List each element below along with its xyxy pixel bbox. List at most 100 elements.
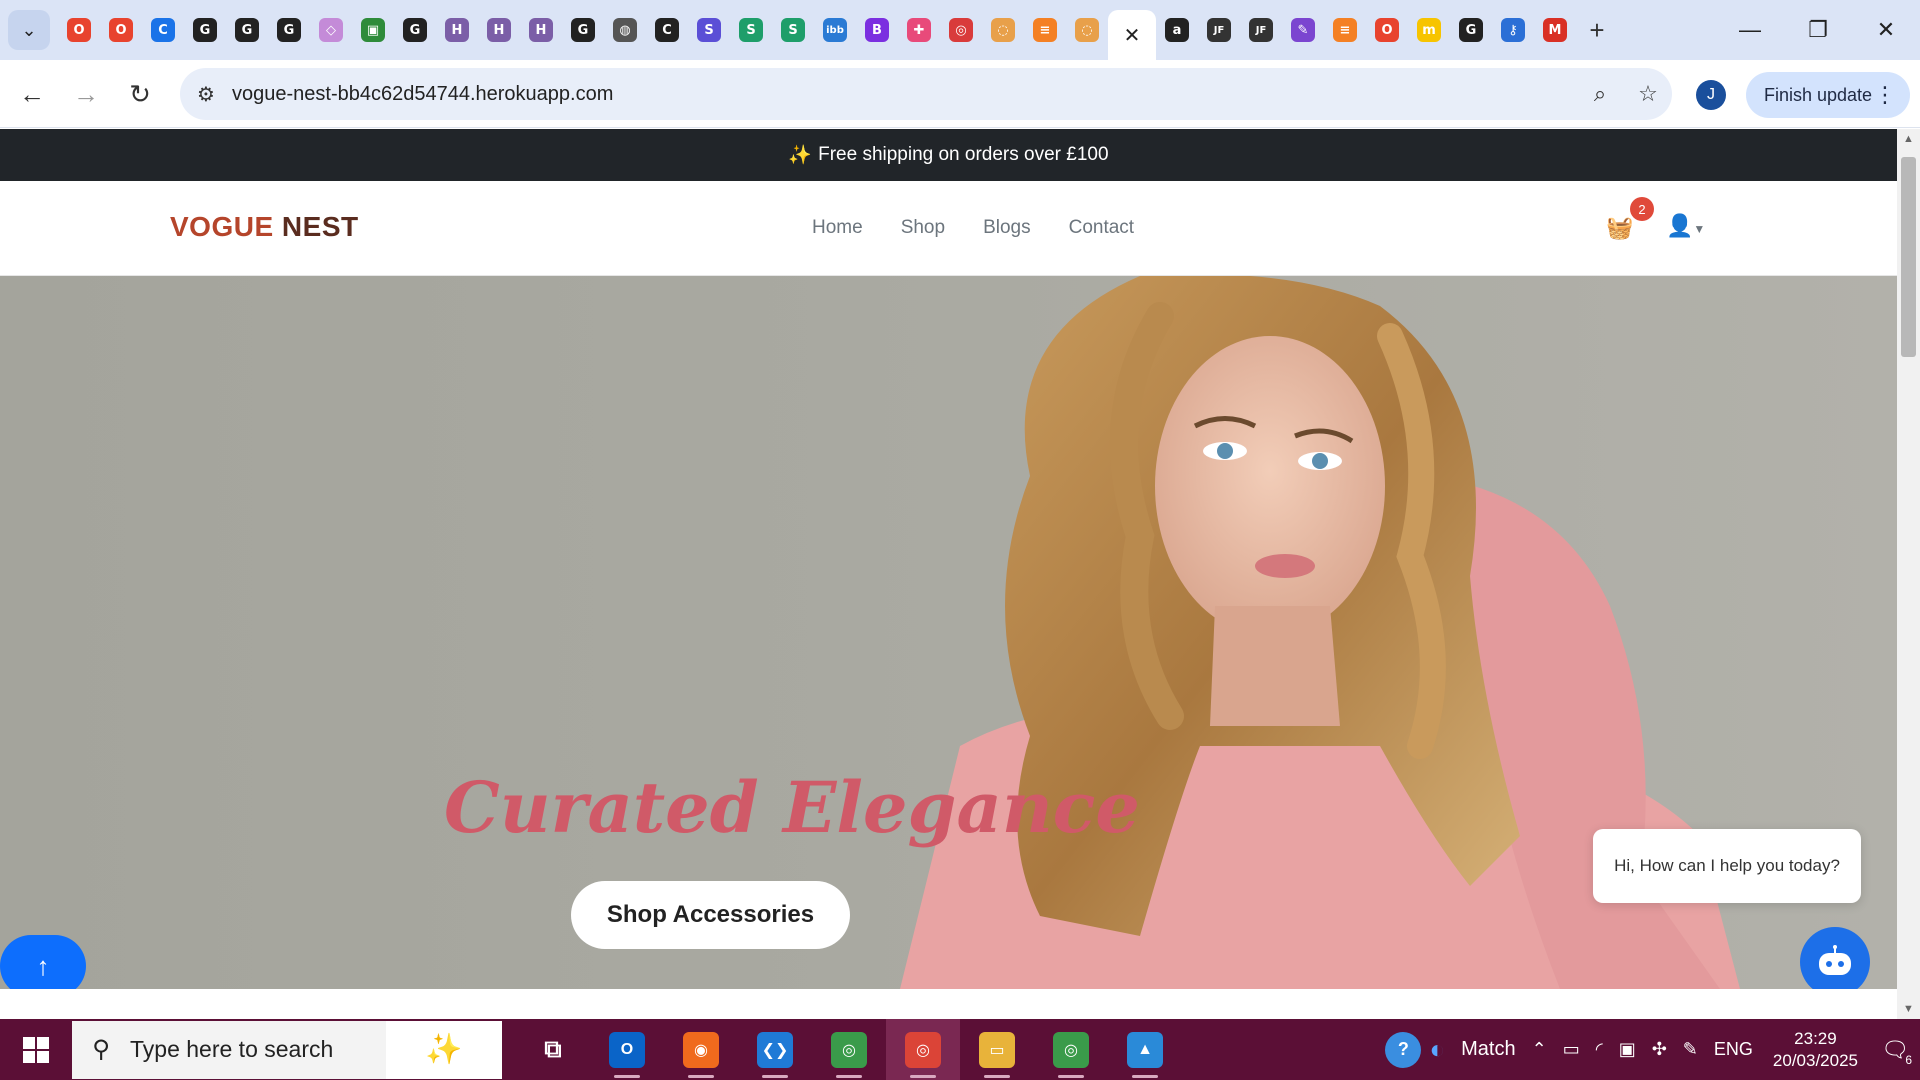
match-app-icon[interactable]: ◐ <box>1421 1034 1453 1065</box>
close-window-button[interactable]: ✕ <box>1852 0 1920 60</box>
browser-tab[interactable]: JF <box>1198 9 1240 51</box>
browser-tab[interactable]: G <box>562 9 604 51</box>
browser-tab[interactable]: ✚ <box>898 9 940 51</box>
key-icon: ⚷ <box>1501 18 1525 42</box>
browser-tab[interactable]: ✎ <box>1282 9 1324 51</box>
pen-icon[interactable]: ✎ <box>1675 1039 1706 1060</box>
browser-tab[interactable]: ◎ <box>940 9 982 51</box>
browser-tab[interactable]: S <box>772 9 814 51</box>
windows-taskbar: ⚲ Type here to search ✨ ⧉ O ◉ ❮❯ ◎ ◎ ▭ ◎ ▲ ? ◐ M… <box>0 1019 1920 1080</box>
match-label[interactable]: Match <box>1453 1038 1523 1061</box>
browser-tab[interactable]: ≡ <box>1024 9 1066 51</box>
wifi-icon[interactable]: ◜ <box>1588 1039 1611 1060</box>
browser-tab[interactable]: G <box>184 9 226 51</box>
back-button[interactable]: ← <box>14 76 50 112</box>
shop-accessories-button[interactable]: Shop Accessories <box>571 881 850 949</box>
taskbar-app[interactable]: ◎ <box>812 1019 886 1080</box>
miro-icon: m <box>1417 18 1441 42</box>
active-tab[interactable]: ✕ <box>1108 10 1156 60</box>
browser-tab[interactable]: M <box>1534 9 1576 51</box>
browser-tab[interactable]: ▣ <box>352 9 394 51</box>
stackoverflow-icon: ≡ <box>1333 18 1357 42</box>
browser-tab[interactable]: C <box>646 9 688 51</box>
browser-tab[interactable]: O <box>1366 9 1408 51</box>
tab-search-button[interactable]: ⌄ <box>8 10 50 50</box>
browser-tab[interactable]: S <box>688 9 730 51</box>
taskbar-app[interactable]: ▭ <box>960 1019 1034 1080</box>
nav-link-contact[interactable]: Contact <box>1069 217 1134 239</box>
chatbot-button[interactable] <box>1800 927 1870 989</box>
nav-link-shop[interactable]: Shop <box>901 217 945 239</box>
tray-chevron-icon[interactable]: ⌃ <box>1524 1039 1555 1060</box>
browser-tab[interactable]: JF <box>1240 9 1282 51</box>
browser-tab[interactable]: G <box>1450 9 1492 51</box>
finish-update-button[interactable]: Finish update ⋮ <box>1746 72 1910 118</box>
site-info-icon[interactable]: ⚙ <box>180 82 232 107</box>
taskbar-search[interactable]: ⚲ Type here to search ✨ <box>72 1020 502 1079</box>
browser-tab[interactable]: B <box>856 9 898 51</box>
display-icon[interactable]: ▣ <box>1611 1039 1644 1060</box>
cart-basket-icon[interactable]: 🧺 <box>1606 215 1633 241</box>
target-icon: ◎ <box>949 18 973 42</box>
start-button[interactable] <box>0 1019 72 1080</box>
browser-tab[interactable]: a <box>1156 9 1198 51</box>
battery-icon[interactable]: ▭ <box>1555 1039 1588 1060</box>
browser-tab[interactable]: ibb <box>814 9 856 51</box>
dropbox-icon[interactable]: ✣ <box>1644 1039 1675 1060</box>
account-dropdown[interactable]: 👤▼ <box>1666 213 1705 239</box>
browser-tab[interactable]: ⚷ <box>1492 9 1534 51</box>
help-icon[interactable]: ? <box>1385 1031 1422 1068</box>
page-scrollbar[interactable]: ▲ ▼ <box>1897 129 1920 1019</box>
taskbar-app[interactable]: ▲ <box>1108 1019 1182 1080</box>
nav-link-home[interactable]: Home <box>812 217 863 239</box>
browser-tab[interactable]: O <box>58 9 100 51</box>
copilot-sparkle-icon[interactable]: ✨ <box>386 1020 502 1079</box>
scroll-down-arrow-icon[interactable]: ▼ <box>1897 1003 1920 1015</box>
browser-tab[interactable]: m <box>1408 9 1450 51</box>
browser-tab[interactable]: ◇ <box>310 9 352 51</box>
new-tab-button[interactable]: + <box>1576 15 1618 46</box>
copilot-c-icon: C <box>151 18 175 42</box>
site-logo[interactable]: VOGUE NEST <box>170 211 359 243</box>
scroll-up-arrow-icon[interactable]: ▲ <box>1897 133 1920 145</box>
taskbar-app[interactable]: ◉ <box>664 1019 738 1080</box>
taskbar-search-placeholder: Type here to search <box>130 1036 334 1062</box>
firefox-icon: ◉ <box>683 1031 719 1068</box>
taskbar-app[interactable]: O <box>590 1019 664 1080</box>
scrollbar-thumb[interactable] <box>1901 157 1916 357</box>
bookmark-star-icon[interactable]: ☆ <box>1624 81 1672 107</box>
url-text[interactable]: vogue-nest-bb4c62d54744.herokuapp.com <box>232 83 1576 106</box>
nav-link-blogs[interactable]: Blogs <box>983 217 1031 239</box>
taskbar-app[interactable]: ⧉ <box>516 1019 590 1080</box>
browser-tab[interactable]: G <box>226 9 268 51</box>
taskbar-app[interactable]: ◎ <box>1034 1019 1108 1080</box>
browser-tab[interactable]: C <box>142 9 184 51</box>
forward-button[interactable]: → <box>68 76 104 112</box>
browser-tab[interactable]: G <box>268 9 310 51</box>
browser-tab[interactable]: H <box>436 9 478 51</box>
taskbar-app[interactable]: ❮❯ <box>738 1019 812 1080</box>
browser-tab[interactable]: H <box>478 9 520 51</box>
profile-avatar[interactable]: J <box>1696 80 1726 110</box>
minimize-button[interactable]: — <box>1716 0 1784 60</box>
back-to-top-button[interactable]: ↑ <box>0 935 86 989</box>
browser-tab[interactable]: O <box>100 9 142 51</box>
browser-tab[interactable]: S <box>730 9 772 51</box>
close-tab-icon[interactable]: ✕ <box>1124 23 1141 48</box>
browser-tab[interactable]: H <box>520 9 562 51</box>
reload-button[interactable]: ↻ <box>122 76 158 112</box>
clock[interactable]: 23:29 20/03/2025 <box>1761 1028 1870 1072</box>
restore-button[interactable]: ❐ <box>1784 0 1852 60</box>
taskbar-app[interactable]: ◎ <box>886 1019 960 1080</box>
browser-tab[interactable]: ◍ <box>604 9 646 51</box>
notifications-button[interactable]: 🗨 6 <box>1870 1037 1920 1067</box>
browser-tab[interactable]: ◌ <box>1066 9 1108 51</box>
taskbar-apps: ⧉ O ◉ ❮❯ ◎ ◎ ▭ ◎ ▲ <box>516 1019 1182 1080</box>
browser-tab[interactable]: G <box>394 9 436 51</box>
browser-tab[interactable]: ≡ <box>1324 9 1366 51</box>
language-indicator[interactable]: ENG <box>1706 1039 1761 1060</box>
browser-tab[interactable]: ◌ <box>982 9 1024 51</box>
globe-icon: ◍ <box>613 18 637 42</box>
zoom-icon[interactable]: ⌕ <box>1576 81 1624 107</box>
address-bar[interactable]: ⚙ vogue-nest-bb4c62d54744.herokuapp.com … <box>180 68 1672 120</box>
